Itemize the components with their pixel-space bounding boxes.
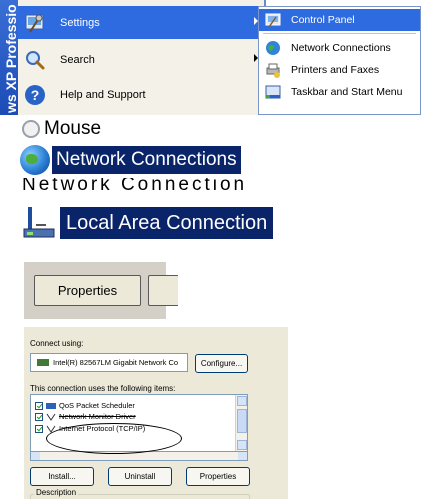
network-connections-icon <box>265 40 281 56</box>
submenu-item-label: Taskbar and Start Menu <box>291 86 403 98</box>
submenu-item-printers[interactable]: Printers and Faxes <box>259 59 420 81</box>
menu-item-label: Settings <box>60 16 100 29</box>
scroll-thumb[interactable] <box>237 409 247 433</box>
connect-using-label: Connect using: <box>30 339 84 348</box>
configure-button[interactable]: Configure... <box>195 354 248 373</box>
svg-text:?: ? <box>31 87 40 103</box>
network-adapter-icon <box>37 359 49 366</box>
control-panel-list: Mouse Network Connections Network Connec… <box>0 118 421 190</box>
list-item-mouse[interactable]: Mouse <box>22 118 101 140</box>
network-connections-panel: Local Area Connection <box>0 200 421 246</box>
scheduler-icon <box>46 402 56 410</box>
description-label: Description <box>34 488 79 497</box>
submenu-item-network-connections[interactable]: Network Connections <box>259 37 420 59</box>
properties-button[interactable]: Properties <box>34 275 141 306</box>
lan-connection-icon <box>22 205 56 239</box>
list-item-qos[interactable]: QoS Packet Scheduler <box>35 400 135 411</box>
start-menu-panel: ws XP Professio Settings Search ? Help a… <box>0 0 421 115</box>
submenu-item-label: Control Panel <box>291 14 355 26</box>
protocol-icon <box>46 413 56 421</box>
adapter-name: Intel(R) 82567LM Gigabit Network Co <box>53 358 179 367</box>
mouse-icon <box>22 120 40 138</box>
scroll-right-icon[interactable] <box>238 452 247 460</box>
properties-button-panel: Properties <box>24 262 178 319</box>
menu-item-label: Help and Support <box>60 88 146 101</box>
network-globe-icon <box>20 145 50 175</box>
checkbox[interactable] <box>35 412 43 421</box>
install-button[interactable]: Install... <box>30 467 94 486</box>
os-version-stripe: ws XP Professio <box>0 0 18 115</box>
printer-icon <box>265 62 281 78</box>
list-item-cut-off[interactable]: Network Connection Wizard <box>22 178 322 190</box>
submenu-item-taskbar[interactable]: Taskbar and Start Menu <box>259 81 420 103</box>
submenu-separator <box>263 33 416 34</box>
checkbox[interactable] <box>35 424 43 433</box>
scroll-down-icon[interactable] <box>237 440 247 450</box>
list-item-netmon[interactable]: Network Monitor Driver <box>35 411 136 422</box>
submenu-item-control-panel[interactable]: Control Panel <box>259 9 420 31</box>
list-item-label: Network Monitor Driver <box>59 412 136 421</box>
os-stripe-text: ws XP Professio <box>3 4 18 113</box>
submenu-item-label: Network Connections <box>291 42 391 54</box>
properties-dialog-button[interactable]: Properties <box>186 467 250 486</box>
list-item-label: Network Connection Wizard <box>22 178 248 190</box>
settings-icon <box>24 12 46 34</box>
menu-item-help[interactable]: ? Help and Support <box>18 78 264 111</box>
list-item-network-connections[interactable]: Network Connections <box>20 145 241 175</box>
uninstall-button[interactable]: Uninstall <box>108 467 172 486</box>
help-icon: ? <box>24 84 46 106</box>
search-icon <box>24 49 46 71</box>
scroll-left-icon[interactable] <box>31 452 40 460</box>
horizontal-scrollbar[interactable] <box>30 452 248 461</box>
menu-item-settings[interactable]: Settings <box>18 6 264 39</box>
connection-properties-dialog: Connect using: Intel(R) 82567LM Gigabit … <box>24 327 288 499</box>
checkbox[interactable] <box>35 401 43 410</box>
settings-submenu: Control Panel Network Connections Printe… <box>258 6 421 115</box>
menu-item-label: Search <box>60 53 95 66</box>
menu-item-search[interactable]: Search <box>18 43 264 76</box>
adjacent-button-partial[interactable] <box>148 275 178 306</box>
uses-items-label: This connection uses the following items… <box>30 384 176 393</box>
submenu-item-label: Printers and Faxes <box>291 64 380 76</box>
list-item-label: QoS Packet Scheduler <box>59 401 135 410</box>
vertical-scrollbar[interactable] <box>235 395 247 451</box>
local-area-connection-label[interactable]: Local Area Connection <box>60 207 274 239</box>
start-menu-items: Settings Search ? Help and Support <box>18 0 264 115</box>
control-panel-icon <box>265 12 281 28</box>
list-item-label: Network Connections <box>52 146 241 174</box>
taskbar-icon <box>265 84 281 100</box>
scroll-up-icon[interactable] <box>237 396 247 406</box>
list-item-label: Mouse <box>44 118 102 139</box>
adapter-field: Intel(R) 82567LM Gigabit Network Co <box>30 353 188 372</box>
highlight-ellipse <box>46 423 182 454</box>
